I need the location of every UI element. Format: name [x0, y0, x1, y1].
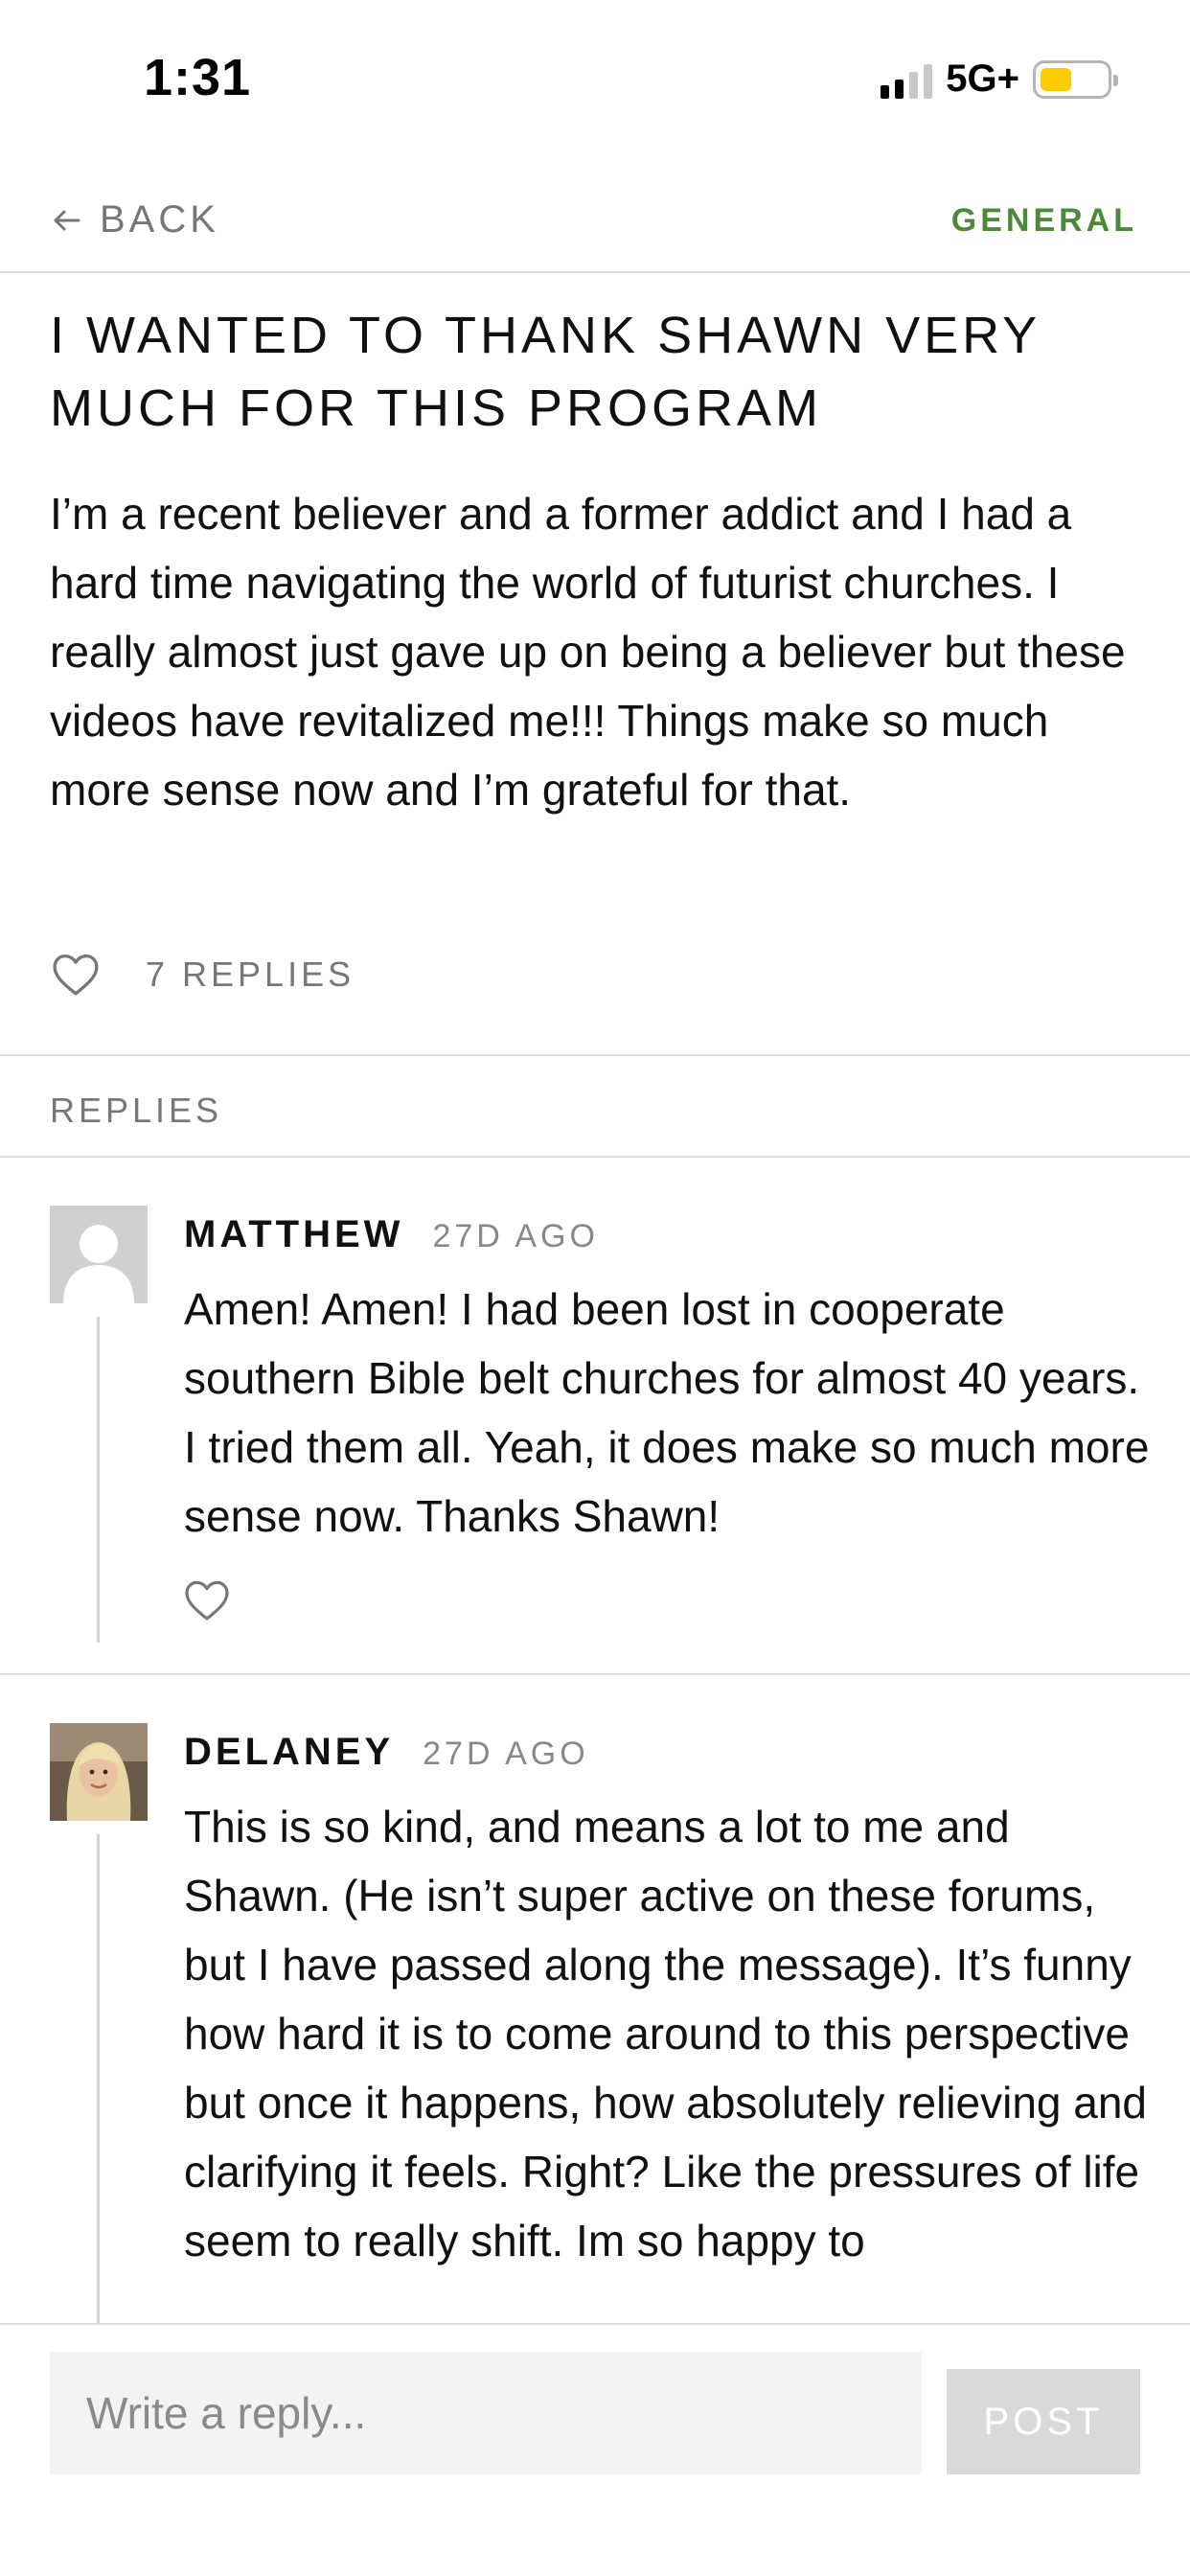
- battery-icon: [1033, 59, 1118, 99]
- avatar[interactable]: [50, 1206, 148, 1303]
- reply-time: 27D AGO: [423, 1736, 589, 1772]
- thread-line: [97, 1317, 100, 1643]
- divider: [0, 1054, 1190, 1056]
- reply-meta: MATTHEW 27D AGO: [184, 1213, 599, 1256]
- avatar[interactable]: [50, 1723, 148, 1821]
- reply-author[interactable]: MATTHEW: [184, 1213, 403, 1256]
- reply-item: MATTHEW 27D AGO Amen! Amen! I had been l…: [0, 1156, 1190, 1673]
- post-actions: 7 REPLIES: [50, 949, 355, 1000]
- like-button[interactable]: [50, 949, 102, 1000]
- back-button[interactable]: BACK: [50, 198, 219, 242]
- replies-header: REPLIES: [50, 1091, 223, 1130]
- post-body: I’m a recent believer and a former addic…: [50, 489, 1126, 815]
- reply-input[interactable]: [50, 2352, 922, 2474]
- reply-body: This is so kind, and means a lot to me a…: [184, 1802, 1148, 2266]
- status-time: 1:31: [144, 49, 252, 106]
- reply-like-button[interactable]: [184, 1579, 236, 1631]
- reply-count[interactable]: 7 REPLIES: [146, 954, 355, 995]
- post-title: I WANTED TO THANK SHAWN VERY MUCH FOR TH…: [50, 307, 1041, 437]
- back-label: BACK: [100, 198, 219, 241]
- user-photo-avatar: [50, 1723, 148, 1821]
- heart-icon: [53, 954, 99, 996]
- default-avatar-icon: [50, 1206, 148, 1303]
- reply-meta: DELANEY 27D AGO: [184, 1731, 589, 1774]
- status-indicators: 5G+: [881, 58, 1118, 101]
- top-nav: BACK GENERAL: [0, 168, 1190, 273]
- thread-line: [97, 1834, 100, 2333]
- back-arrow-icon: [54, 210, 80, 230]
- reply-body: Amen! Amen! I had been lost in cooperate…: [184, 1284, 1150, 1541]
- category-link[interactable]: GENERAL: [951, 202, 1137, 240]
- signal-icon: [881, 60, 933, 99]
- post-button[interactable]: POST: [947, 2369, 1140, 2474]
- reply-time: 27D AGO: [432, 1218, 599, 1254]
- heart-icon: [185, 1580, 229, 1621]
- network-label: 5G+: [946, 58, 1019, 100]
- status-bar: 1:31 5G+: [0, 0, 1190, 153]
- reply-item: DELANEY 27D AGO This is so kind, and mea…: [0, 1673, 1190, 2333]
- reply-composer: POST: [0, 2323, 1190, 2576]
- reply-author[interactable]: DELANEY: [184, 1731, 394, 1774]
